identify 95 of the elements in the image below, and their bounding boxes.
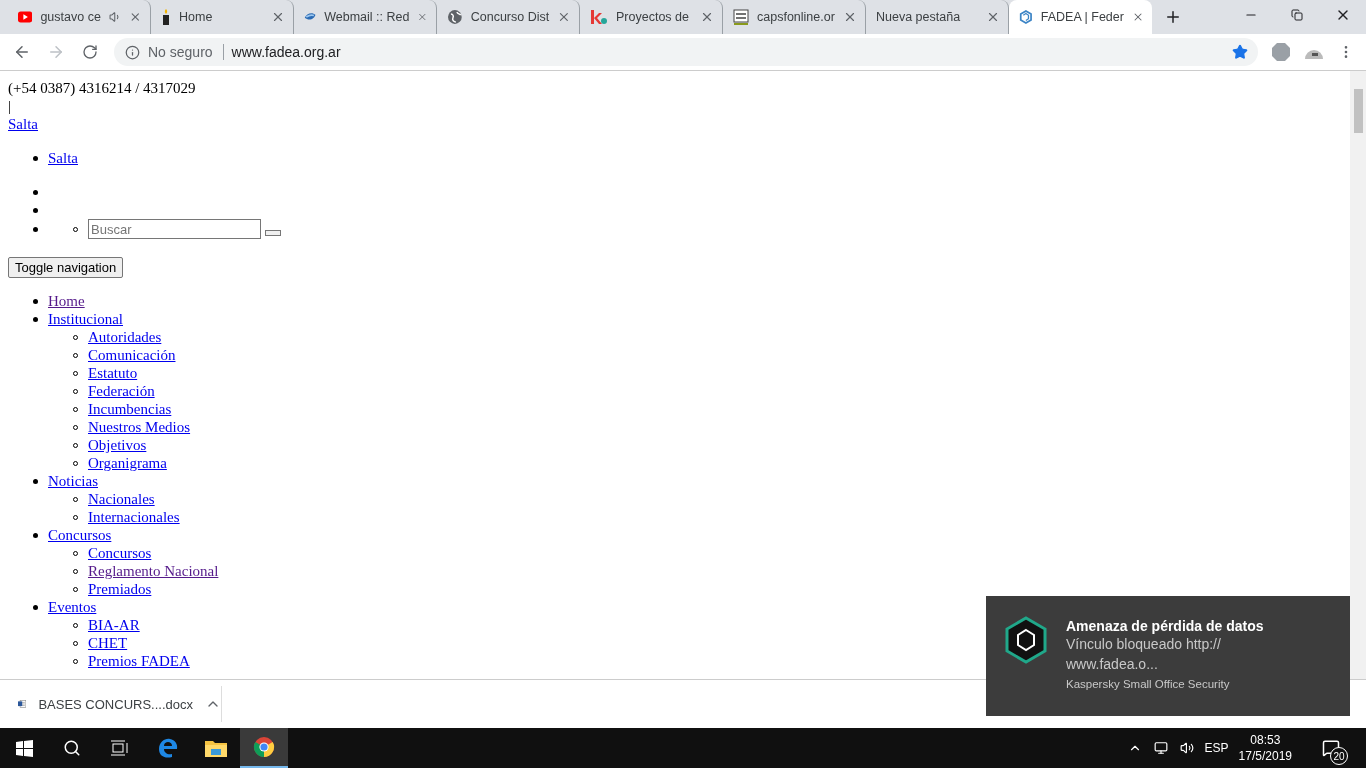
region-link[interactable]: Salta <box>48 149 78 167</box>
language-indicator[interactable]: ESP <box>1204 741 1229 755</box>
browser-tab[interactable]: FADEA | Feder <box>1009 0 1152 34</box>
new-tab-icon[interactable] <box>1164 8 1182 26</box>
notification-text: www.fadea.o... <box>1066 655 1159 674</box>
search-submit-button[interactable] <box>265 230 281 236</box>
tab-title: Nueva pestaña <box>876 10 962 24</box>
tab-title: capsfonline.or <box>757 10 835 24</box>
folder-icon[interactable] <box>205 739 227 757</box>
chrome-icon[interactable] <box>253 736 275 758</box>
bullet-icon <box>33 155 38 161</box>
tab-title: Webmail :: Red <box>324 10 410 24</box>
notification-source: Kaspersky Small Office Security <box>1066 678 1231 690</box>
nav-link[interactable]: Organigrama <box>88 454 167 472</box>
network-icon[interactable] <box>1152 740 1169 756</box>
separator-text: | <box>8 97 11 115</box>
address-bar[interactable]: No seguro www.fadea.org.ar <box>114 38 1258 66</box>
notification-text: Vínculo bloqueado http:// <box>1066 635 1222 654</box>
browser-tab[interactable]: capsfonline.or <box>723 0 866 34</box>
close-icon[interactable] <box>843 10 857 24</box>
tab-title: Concurso Dist <box>470 10 550 24</box>
close-icon[interactable] <box>271 10 285 24</box>
date-text: 17/5/2019 <box>1238 748 1292 764</box>
adblock-icon[interactable] <box>1272 43 1290 61</box>
close-icon[interactable] <box>129 10 142 24</box>
nav-link[interactable]: Nacionales <box>88 490 155 508</box>
browser-tab[interactable]: Webmail :: Red <box>294 0 437 34</box>
bullet-icon <box>33 316 38 322</box>
restore-icon <box>1291 9 1303 21</box>
nav-link[interactable]: Eventos <box>48 598 97 616</box>
nav-link[interactable]: Premios FADEA <box>88 652 190 670</box>
tab-title: FADEA | Feder <box>1040 10 1124 24</box>
logo-icon <box>590 9 608 25</box>
bullet-icon <box>33 226 38 232</box>
region-link[interactable]: Salta <box>8 115 38 133</box>
nav-link[interactable]: BIA-AR <box>88 616 140 634</box>
globe-icon <box>447 9 463 25</box>
reload-button[interactable] <box>80 42 100 62</box>
nav-link[interactable]: Incumbencias <box>88 400 172 418</box>
star-icon[interactable] <box>1232 44 1248 60</box>
tab-title: Home <box>179 10 214 24</box>
close-icon[interactable] <box>986 10 1000 24</box>
browser-tab[interactable]: gustavo ce <box>8 0 151 34</box>
action-center-button[interactable]: 20 <box>1314 731 1348 765</box>
download-item[interactable]: BASES CONCURS....docx <box>0 686 222 722</box>
url-text: www.fadea.org.ar <box>231 44 342 60</box>
nav-link[interactable]: Estatuto <box>88 364 138 382</box>
nav-link[interactable]: Comunicación <box>88 346 176 364</box>
notification-title: Amenaza de pérdida de datos <box>1066 618 1264 634</box>
nav-link[interactable]: Federación <box>88 382 155 400</box>
close-icon[interactable] <box>700 10 714 24</box>
video-play-icon <box>18 11 33 23</box>
bullet-icon <box>33 207 38 213</box>
search-field[interactable]: Buscar <box>88 219 261 239</box>
tab-title: Proyectos de <box>616 10 690 24</box>
nav-link[interactable]: Reglamento Nacional <box>88 562 219 580</box>
clock[interactable]: 08:53 17/5/2019 <box>1238 732 1292 764</box>
nav-link[interactable]: Nuestros Medios <box>88 418 191 436</box>
browser-tab[interactable]: Concurso Dist <box>437 0 580 34</box>
bullet-icon <box>33 478 38 484</box>
nav-link[interactable]: Institucional <box>48 310 123 328</box>
hexagon-logo-icon <box>1019 9 1033 25</box>
bullet-icon <box>33 298 38 304</box>
nav-link[interactable]: CHET <box>88 634 128 652</box>
taskbar-app-button[interactable] <box>240 728 288 768</box>
shield-hexagon-icon <box>1004 616 1048 664</box>
nav-link[interactable]: Noticias <box>48 472 98 490</box>
bullet-icon <box>33 532 38 538</box>
windows-logo-icon <box>15 739 33 757</box>
nav-link[interactable]: Home <box>48 292 85 310</box>
task-view-icon <box>111 740 129 756</box>
time-text: 08:53 <box>1250 732 1281 748</box>
notification-count: 20 <box>1330 747 1348 765</box>
tab-title: gustavo ce <box>40 10 101 24</box>
nav-link[interactable]: Concursos <box>88 544 152 562</box>
toggle-navigation-button[interactable]: Toggle navigation <box>8 257 124 278</box>
candle-icon <box>161 9 171 25</box>
nav-link[interactable]: Autoridades <box>88 328 162 346</box>
phone-text: (+54 0387) 4316214 / 4317029 <box>8 79 196 97</box>
close-icon[interactable] <box>557 10 571 24</box>
nav-link[interactable]: Internacionales <box>88 508 180 526</box>
nav-link[interactable]: Objetivos <box>88 436 147 454</box>
nav-link[interactable]: Premiados <box>88 580 152 598</box>
bullet-icon <box>33 189 38 195</box>
security-label: No seguro <box>148 44 224 60</box>
nav-link[interactable]: Concursos <box>48 526 112 544</box>
browser-tab[interactable]: Proyectos de <box>580 0 723 34</box>
search-icon <box>63 739 81 757</box>
browser-tab[interactable]: Home <box>151 0 294 34</box>
edge-icon[interactable] <box>157 737 179 759</box>
download-filename: BASES CONCURS....docx <box>38 696 193 712</box>
info-icon <box>124 44 140 60</box>
bullet-icon <box>33 604 38 610</box>
logo-icon <box>733 9 749 25</box>
volume-icon[interactable] <box>1178 740 1195 756</box>
